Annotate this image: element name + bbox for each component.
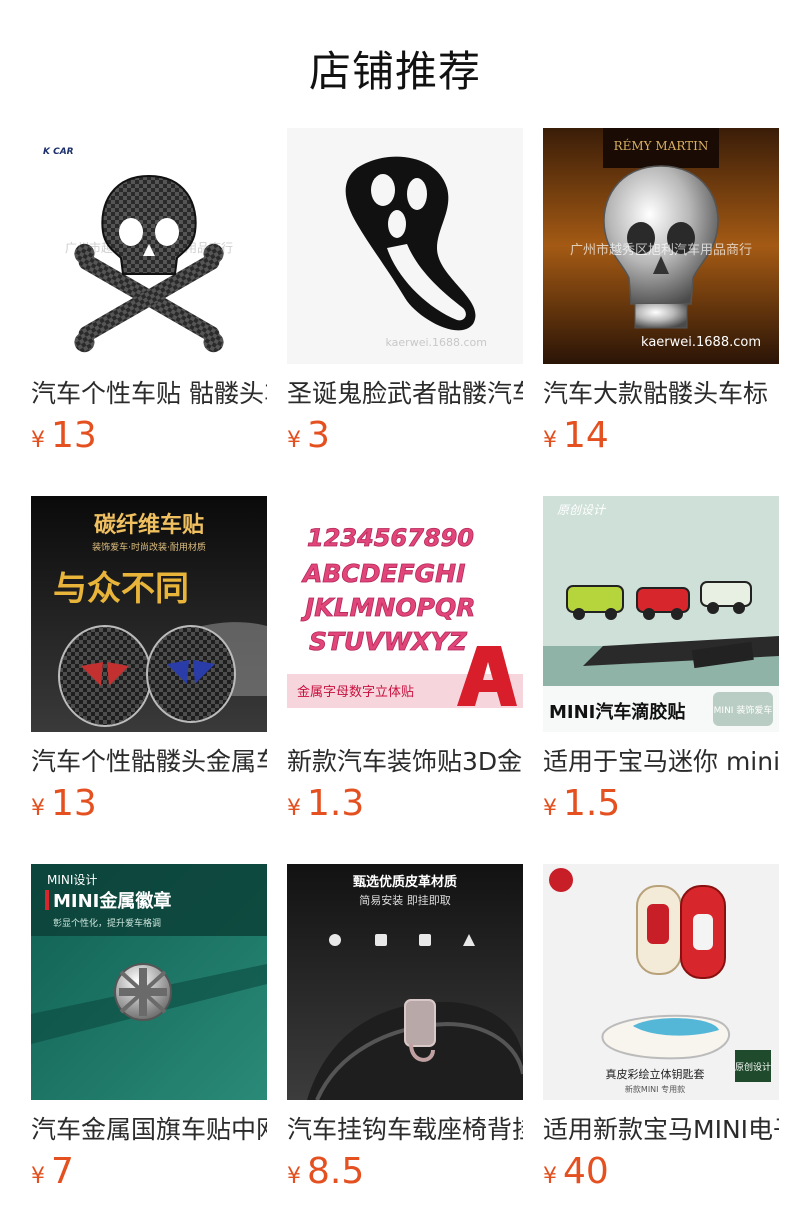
subline: 彰显个性化，提升爱车格调	[53, 917, 161, 929]
product-price: ¥7	[31, 1150, 267, 1200]
product-card[interactable]: RÉMY MARTIN 广州市越秀区旭利汽车用品商行 kaerwei.1688.…	[543, 128, 779, 464]
currency-symbol: ¥	[543, 1164, 557, 1189]
product-image[interactable]: K CAR 广州市越秀区旭利汽车用品商行	[31, 128, 267, 364]
price-value: 1.5	[563, 783, 621, 824]
product-price: ¥3	[287, 414, 523, 464]
slogan: 与众不同	[53, 569, 189, 609]
product-card[interactable]: 1234567890 ABCDEFGHI JKLMNOPQR STUVWXYZ …	[287, 496, 523, 832]
banner: MINI汽车滴胶贴	[549, 701, 685, 723]
headline: 碳纤维车贴	[94, 512, 204, 538]
currency-symbol: ¥	[31, 428, 45, 453]
product-image[interactable]: 真皮彩绘立体钥匙套 新款MINI 专用款 原创设计	[543, 864, 779, 1100]
watermark: kaerwei.1688.com	[385, 336, 487, 349]
price-value: 40	[563, 1151, 609, 1192]
stamp: MINI 装饰爱车	[714, 704, 773, 716]
product-card[interactable]: 原创设计 MINI汽车滴胶贴 MINI 装饰爱车 适用于宝马迷你 mini 车贴…	[543, 496, 779, 832]
currency-symbol: ¥	[543, 796, 557, 821]
badge: 原创设计	[735, 1061, 771, 1073]
subline: 简易安装 即挂即取	[359, 893, 451, 907]
product-image[interactable]: 原创设计 MINI汽车滴胶贴 MINI 装饰爱车	[543, 496, 779, 732]
currency-symbol: ¥	[31, 796, 45, 821]
product-name[interactable]: 汽车个性骷髅头金属车贴	[31, 746, 267, 778]
product-price: ¥40	[543, 1150, 779, 1200]
product-price: ¥13	[31, 782, 267, 832]
price-value: 3	[307, 415, 330, 456]
product-card[interactable]: K CAR 广州市越秀区旭利汽车用品商行 汽车个性车贴 骷髅头车标 ¥13	[31, 128, 267, 464]
currency-symbol: ¥	[287, 428, 301, 453]
product-name[interactable]: 圣诞鬼脸武者骷髅汽车贴	[287, 378, 523, 410]
price-value: 8.5	[307, 1151, 365, 1192]
brand-label: RÉMY MARTIN	[614, 138, 709, 153]
currency-symbol: ¥	[287, 1164, 301, 1189]
product-image[interactable]: kaerwei.1688.com	[287, 128, 523, 364]
letters-row-3: JKLMNOPQR	[300, 593, 475, 622]
small-label: MINI设计	[47, 873, 97, 887]
letters-row-1: 1234567890	[307, 524, 474, 552]
product-name[interactable]: 新款汽车装饰贴3D金属字母	[287, 746, 523, 778]
currency-symbol: ¥	[287, 796, 301, 821]
product-image[interactable]: MINI设计 MINI金属徽章 彰显个性化，提升爱车格调	[31, 864, 267, 1100]
price-value: 13	[51, 783, 97, 824]
product-name[interactable]: 汽车大款骷髅头车标	[543, 378, 779, 410]
product-image[interactable]: 碳纤维车贴 装饰爱车·时尚改装·耐用材质 与众不同	[31, 496, 267, 732]
caption-2: 新款MINI 专用款	[625, 1084, 685, 1094]
price-value: 14	[563, 415, 609, 456]
product-image[interactable]: RÉMY MARTIN 广州市越秀区旭利汽车用品商行 kaerwei.1688.…	[543, 128, 779, 364]
currency-symbol: ¥	[543, 428, 557, 453]
watermark: 广州市越秀区旭利汽车用品商行	[570, 242, 752, 258]
product-name[interactable]: 汽车挂钩车载座椅背挂钩	[287, 1114, 523, 1146]
letters-row-4: STUVWXYZ	[309, 627, 468, 656]
price-value: 1.3	[307, 783, 365, 824]
headline: MINI金属徽章	[53, 890, 171, 912]
page-title: 店铺推荐	[308, 47, 481, 96]
price-value: 7	[51, 1151, 74, 1192]
product-card[interactable]: 碳纤维车贴 装饰爱车·时尚改装·耐用材质 与众不同 汽车个性骷髅头金属车贴 ¥1…	[31, 496, 267, 832]
product-name[interactable]: 汽车个性车贴 骷髅头车标	[31, 378, 267, 410]
product-price: ¥14	[543, 414, 779, 464]
product-name[interactable]: 适用新款宝马MINI电子钥匙套	[543, 1114, 779, 1146]
product-image[interactable]: 1234567890 ABCDEFGHI JKLMNOPQR STUVWXYZ …	[287, 496, 523, 732]
product-price: ¥1.5	[543, 782, 779, 832]
product-price: ¥8.5	[287, 1150, 523, 1200]
subline: 装饰爱车·时尚改装·耐用材质	[92, 541, 206, 553]
brand-logo: K CAR	[43, 147, 74, 157]
caption: 真皮彩绘立体钥匙套	[606, 1067, 705, 1081]
letters-row-2: ABCDEFGHI	[301, 559, 465, 588]
price-value: 13	[51, 415, 97, 456]
product-card[interactable]: 甄选优质皮革材质 简易安装 即挂即取 汽车挂钩车载座椅背挂钩 ¥8.5	[287, 864, 523, 1200]
product-card[interactable]: kaerwei.1688.com 圣诞鬼脸武者骷髅汽车贴 ¥3	[287, 128, 523, 464]
product-price: ¥1.3	[287, 782, 523, 832]
tag: 原创设计	[557, 503, 607, 517]
currency-symbol: ¥	[31, 1164, 45, 1189]
product-card[interactable]: 真皮彩绘立体钥匙套 新款MINI 专用款 原创设计 适用新款宝马MINI电子钥匙…	[543, 864, 779, 1200]
headline: 甄选优质皮革材质	[353, 874, 457, 890]
product-name[interactable]: 适用于宝马迷你 mini 车贴	[543, 746, 779, 778]
product-card[interactable]: MINI设计 MINI金属徽章 彰显个性化，提升爱车格调 汽车金属国旗车贴中网标…	[31, 864, 267, 1200]
banner: 金属字母数字立体贴	[297, 684, 414, 700]
product-name[interactable]: 汽车金属国旗车贴中网标	[31, 1114, 267, 1146]
product-image[interactable]: 甄选优质皮革材质 简易安装 即挂即取	[287, 864, 523, 1100]
site-watermark: kaerwei.1688.com	[641, 335, 761, 350]
product-price: ¥13	[31, 414, 267, 464]
